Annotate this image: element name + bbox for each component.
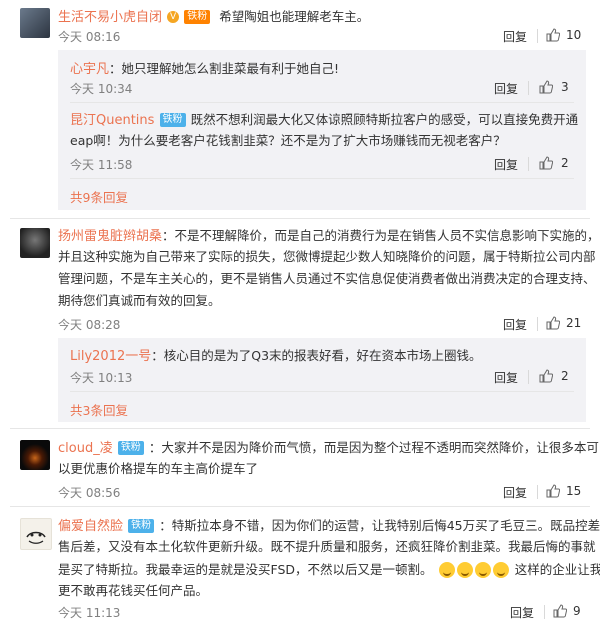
username[interactable]: 扬州雷鬼脏辫胡桑 (58, 229, 162, 244)
like-count: 10 (566, 28, 582, 42)
avatar[interactable] (20, 8, 50, 38)
like-count: 2 (561, 369, 569, 383)
emoji-icon (438, 561, 455, 578)
timestamp: 今天 08:16 (58, 30, 121, 44)
like-icon[interactable] (553, 604, 567, 618)
reply-button[interactable]: 回复 (510, 604, 534, 621)
reply-button[interactable]: 回复 (494, 369, 518, 386)
like-icon[interactable] (546, 28, 560, 42)
comment-text: 希望陶姐也能理解老车主。 (219, 9, 370, 24)
comment-text: 更不敢再花钱买任何产品。 (58, 583, 209, 598)
like-count: 2 (561, 156, 569, 170)
comment-text: 是买了特斯拉。我最幸运的是就是没买FSD，不然以后又是一顿割。 (58, 562, 433, 577)
comment-text: 并且这种实施为自己带来了实际的损失，您微博提起少数人知晓降价的问题，属于特斯拉公… (58, 249, 596, 264)
timestamp: 今天 08:56 (58, 486, 121, 500)
reply-username[interactable]: 心宇凡 (70, 62, 109, 77)
timestamp: 今天 10:34 (70, 82, 133, 96)
avatar[interactable] (20, 228, 50, 258)
username[interactable]: 生活不易小虎自闭 (58, 10, 162, 25)
reply-username[interactable]: Lily2012一号 (70, 349, 151, 364)
fan-badge: 铁粉 (159, 112, 186, 127)
emoji-icon (474, 561, 491, 578)
comment-text: 以更优惠价格提车的车主高价提车了 (58, 461, 259, 476)
timestamp: 今天 10:13 (70, 371, 133, 385)
reply-text: 既然不想利润最大化又体谅照顾特斯拉客户的感受，可以直接免费开通 (190, 112, 579, 127)
avatar[interactable] (20, 518, 52, 550)
verified-icon: V (167, 10, 180, 23)
reply-text: eap啊！为什么要老客户花钱割韭菜？还不是为了扩大市场赚钱而无视老客户？ (70, 133, 506, 148)
comment-text: 期待您们真诚而有效的回复。 (58, 293, 221, 308)
fan-badge: 铁粉 (184, 9, 211, 24)
reply-text: 核心目的是为了Q3末的报表好看，好在资本市场上圈钱。 (163, 348, 482, 363)
divider (10, 218, 590, 219)
comment-text: 大家并不是因为降价而气愤，而是因为整个过程不透明而突然降价，让很多本可 (161, 440, 599, 455)
like-count: 15 (566, 484, 582, 498)
timestamp: 今天 08:28 (58, 318, 121, 332)
like-icon[interactable] (539, 156, 553, 170)
emoji-icon (456, 561, 473, 578)
like-icon[interactable] (546, 484, 560, 498)
avatar[interactable] (20, 440, 50, 470)
reply-button[interactable]: 回复 (494, 156, 518, 173)
like-icon[interactable] (539, 369, 553, 383)
username[interactable]: cloud_凌 (58, 441, 113, 456)
timestamp: 今天 11:58 (70, 158, 133, 172)
comment-text: 这样的企业让我 (514, 562, 600, 577)
username[interactable]: 偏爱自然脸 (58, 519, 123, 534)
reply-username[interactable]: 昆汀Quentins (70, 113, 154, 128)
comment-text: ：不是不理解降价，而是自己的消费行为是在销售人员不实信息影响下实施的， (162, 228, 600, 243)
like-count: 21 (566, 316, 582, 330)
like-count: 3 (561, 80, 569, 94)
divider (10, 506, 590, 507)
reply-text: 她只理解她怎么割韭菜最有利于她自己! (121, 61, 340, 76)
timestamp: 今天 11:13 (58, 606, 121, 620)
like-count: 9 (573, 604, 581, 618)
divider (537, 29, 538, 43)
comment-text: 管理问题，不是车主关心的，更不是销售人员通过不实信息促使消费者做出消费决定的合理… (58, 271, 596, 286)
reply-button[interactable]: 回复 (503, 484, 527, 501)
comment-text: 售后差，又没有本土化软件更新升级。既不提升质量和服务，还疯狂降价割韭菜。我最后悔… (58, 539, 596, 554)
comment-text: 特斯拉本身不错，因为你们的运营，让我特别后悔45万买了毛豆三。既品控差、 (171, 518, 600, 533)
reply-button[interactable]: 回复 (503, 28, 527, 45)
reply-button[interactable]: 回复 (494, 80, 518, 97)
more-replies-link[interactable]: 共9条回复 (70, 187, 128, 206)
fan-badge: 铁粉 (117, 440, 144, 455)
like-icon[interactable] (546, 316, 560, 330)
more-replies-link[interactable]: 共3条回复 (70, 400, 128, 419)
emoji-icon (492, 561, 509, 578)
like-icon[interactable] (539, 80, 553, 94)
reply-button[interactable]: 回复 (503, 316, 527, 333)
fan-badge: 铁粉 (128, 518, 155, 533)
avatar-drawing (26, 531, 46, 544)
divider (10, 428, 590, 429)
